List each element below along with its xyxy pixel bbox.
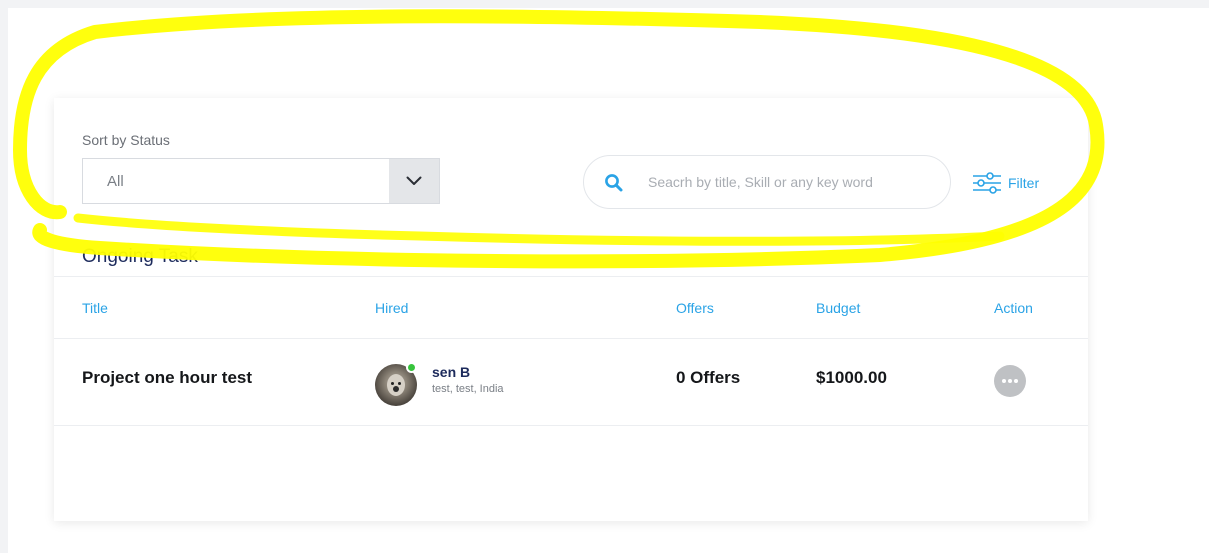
column-header-offers: Offers [676, 300, 714, 316]
task-title-cell: Project one hour test [82, 368, 253, 387]
more-actions-button[interactable] [994, 365, 1026, 397]
page: Sort by Status All Seacrh by title, Skil… [0, 0, 1209, 553]
sort-status-selected-value: All [107, 173, 124, 190]
more-horizontal-icon [1002, 379, 1006, 383]
chevron-down-icon [406, 176, 422, 185]
section-title: Ongoing Task [82, 246, 198, 267]
filter-button[interactable]: Filter [972, 172, 1039, 194]
sort-by-status-label: Sort by Status [82, 132, 170, 148]
offers-cell: 0 Offers [676, 368, 741, 387]
page-top-edge [0, 0, 1209, 8]
tasks-card: Sort by Status All Seacrh by title, Skil… [54, 98, 1088, 521]
search-box [583, 155, 951, 209]
hired-name[interactable]: sen B [432, 364, 470, 380]
column-header-title: Title [82, 300, 108, 316]
search-input[interactable] [648, 171, 938, 193]
budget-cell: $1000.00 [816, 368, 887, 387]
hired-location: test, test, India [432, 383, 504, 395]
page-left-edge [0, 0, 8, 553]
filter-sliders-icon [973, 172, 1001, 194]
sort-status-select[interactable]: All [82, 158, 440, 204]
header-divider-bottom [54, 338, 1088, 339]
header-divider-top [54, 276, 1088, 277]
avatar[interactable] [375, 362, 417, 406]
row-divider [54, 425, 1088, 426]
column-header-budget: Budget [816, 300, 861, 316]
column-header-action: Action [994, 300, 1033, 316]
search-icon [605, 174, 623, 192]
sort-status-dropdown-button[interactable] [389, 159, 439, 203]
avatar-face [387, 374, 405, 396]
column-header-hired: Hired [375, 300, 409, 316]
filter-label: Filter [1008, 175, 1040, 191]
online-status-dot [406, 362, 417, 373]
